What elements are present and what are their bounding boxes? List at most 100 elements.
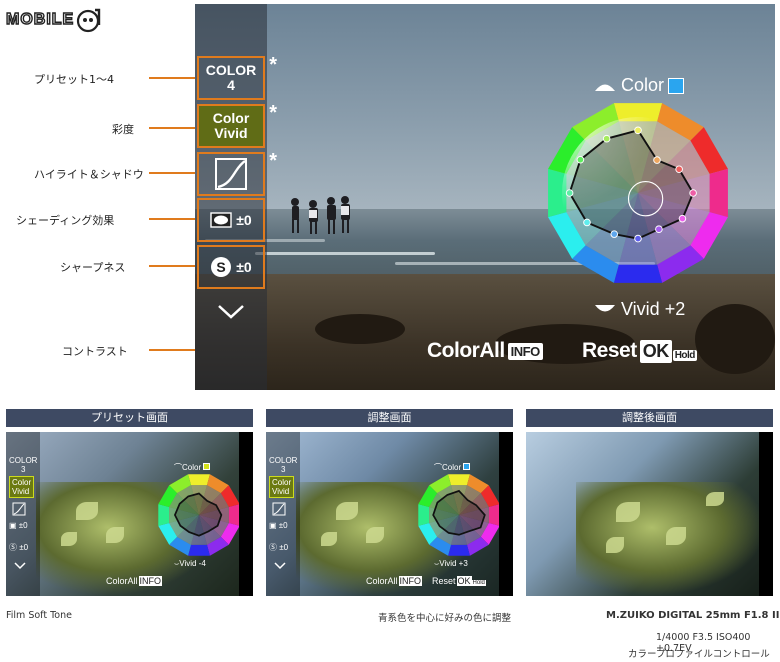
leaf <box>666 527 686 545</box>
color-label: Color <box>593 75 685 96</box>
tone-curve-icon <box>215 158 247 190</box>
label-saturation: 彩度 <box>112 123 134 136</box>
saturation-line1: Color <box>212 110 250 126</box>
color-wheel[interactable] <box>543 98 733 288</box>
wheel-point <box>634 234 642 243</box>
thumb-vivid-label: ⌣Vivid -4 <box>174 559 206 568</box>
leaf <box>106 527 124 543</box>
saturation-line2: Vivid <box>214 125 248 141</box>
chevron-down-icon <box>14 562 26 570</box>
leaf <box>606 537 624 553</box>
section-header-after: 調整後画面 <box>526 409 773 427</box>
leaf <box>616 502 640 522</box>
thumb-sharpness: Ⓢ ±0 <box>9 543 29 552</box>
page: MOBILE プリセット1～4 彩度 ハイライト＆シャドウ シェーディング効果 … <box>0 0 780 662</box>
leaf <box>76 502 98 520</box>
vivid-label: Vivid +2 <box>593 299 685 320</box>
saturation-control[interactable]: Color Vivid * <box>197 102 277 148</box>
mobile01-logo[interactable]: MOBILE <box>5 6 102 34</box>
svg-text:S: S <box>217 259 226 275</box>
chevron-down-icon <box>274 562 286 570</box>
rock <box>315 314 405 344</box>
leaf <box>336 502 358 520</box>
vivid-text: Vivid +2 <box>621 299 686 319</box>
caption-lens: M.ZUIKO DIGITAL 25mm F1.8 II <box>606 610 780 621</box>
wheel-point <box>610 230 619 238</box>
thumb-shading: ▣ ±0 <box>269 521 288 530</box>
color-swatch <box>668 77 685 94</box>
label-shading: シェーディング効果 <box>16 214 115 227</box>
wheel-point <box>678 214 687 223</box>
leader-line <box>149 172 197 174</box>
shading-control[interactable]: ±0 <box>197 198 265 242</box>
thumb-color-label: ⌒Color <box>174 463 211 472</box>
wheel-point <box>576 155 585 164</box>
thumb-saturation: Color Vivid <box>9 476 35 498</box>
shading-icon <box>210 212 232 228</box>
preset-line2: 4 <box>227 77 235 93</box>
thumb-colorall: ColorAll INFO <box>106 576 163 586</box>
wheel-point <box>602 134 611 143</box>
wheel-point <box>655 225 663 233</box>
thumb-color-label: ⌒Color <box>434 463 471 472</box>
preset-control[interactable]: COLOR 4 * <box>197 54 277 100</box>
thumb-vivid-label: ⌣Vivid +3 <box>434 559 468 568</box>
highlight-shadow-control[interactable]: * <box>197 150 277 196</box>
chevron-down-icon[interactable] <box>217 304 245 320</box>
frame-strip <box>499 432 513 596</box>
caption-adjust-note: 青系色を中心に好みの色に調整 <box>378 613 512 624</box>
thumbnail-after <box>526 432 773 596</box>
logo-text: MOBILE <box>5 10 75 28</box>
caption-film-soft-tone: Film Soft Tone <box>6 610 72 621</box>
thumb-preset: COLOR 3 <box>269 456 298 474</box>
color-text: Color <box>621 75 665 95</box>
thumb-colorall: ColorAll INFO <box>366 576 423 586</box>
dial-icon <box>595 84 615 91</box>
beach <box>195 274 775 390</box>
wheel-point <box>583 218 591 227</box>
sharpness-control[interactable]: S ±0 <box>197 245 265 289</box>
hold-key: Hold <box>672 350 697 361</box>
wheel-segment <box>418 504 430 526</box>
tone-curve-icon <box>272 502 286 516</box>
section-header-preset: プリセット画面 <box>6 409 253 427</box>
preset-line1: COLOR <box>205 62 257 78</box>
wheel-segment <box>448 474 470 486</box>
thumb-saturation: Color Vivid <box>269 476 295 498</box>
tone-curve-icon <box>12 502 26 516</box>
leaf <box>61 532 77 546</box>
frame-strip <box>759 432 773 596</box>
wheel-segment <box>448 544 470 556</box>
colorall-info-button[interactable]: ColorAll INFO <box>427 339 543 363</box>
label-preset: プリセット1～4 <box>34 73 114 86</box>
reset-ok-button[interactable]: Reset OK Hold <box>582 339 697 363</box>
leader-line <box>149 218 197 220</box>
leader-line <box>149 265 197 267</box>
wave <box>255 252 435 255</box>
wheel-point <box>634 126 642 135</box>
thumbnail-adjust: COLOR 3 Color Vivid ▣ ±0 Ⓢ ±0 ⌒Color ⌣Vivi… <box>266 432 513 596</box>
section-header-adjust: 調整画面 <box>266 409 513 427</box>
wheel-point <box>675 165 683 174</box>
label-contrast: コントラスト <box>62 345 128 358</box>
leaf <box>321 532 337 546</box>
camera-lcd-screen: COLOR 4 * Color Vivid * * ±0 S ±0 Color … <box>195 4 775 390</box>
thumb-reset: Reset OK Hold <box>432 576 486 586</box>
wheel-point <box>565 189 574 197</box>
label-highlight-shadow: ハイライト＆シャドウ <box>34 168 144 181</box>
thumb-color-wheel <box>418 474 500 556</box>
thumb-color-wheel <box>158 474 240 556</box>
reset-text: Reset <box>582 339 637 362</box>
asterisk-icon: * <box>269 150 277 172</box>
people-silhouettes <box>291 196 350 234</box>
leaf <box>366 527 384 543</box>
sharpness-icon: S <box>211 257 232 277</box>
emblem-icon <box>77 8 101 33</box>
wheel-segment <box>188 544 210 556</box>
wheel-point <box>653 156 661 164</box>
thumb-shading: ▣ ±0 <box>9 521 28 530</box>
thumb-preset: COLOR 3 <box>9 456 38 474</box>
caption-mode: カラープロファイルコントロール <box>628 649 770 660</box>
label-sharpness: シャープネス <box>60 261 126 274</box>
colorall-text: ColorAll <box>427 339 505 362</box>
